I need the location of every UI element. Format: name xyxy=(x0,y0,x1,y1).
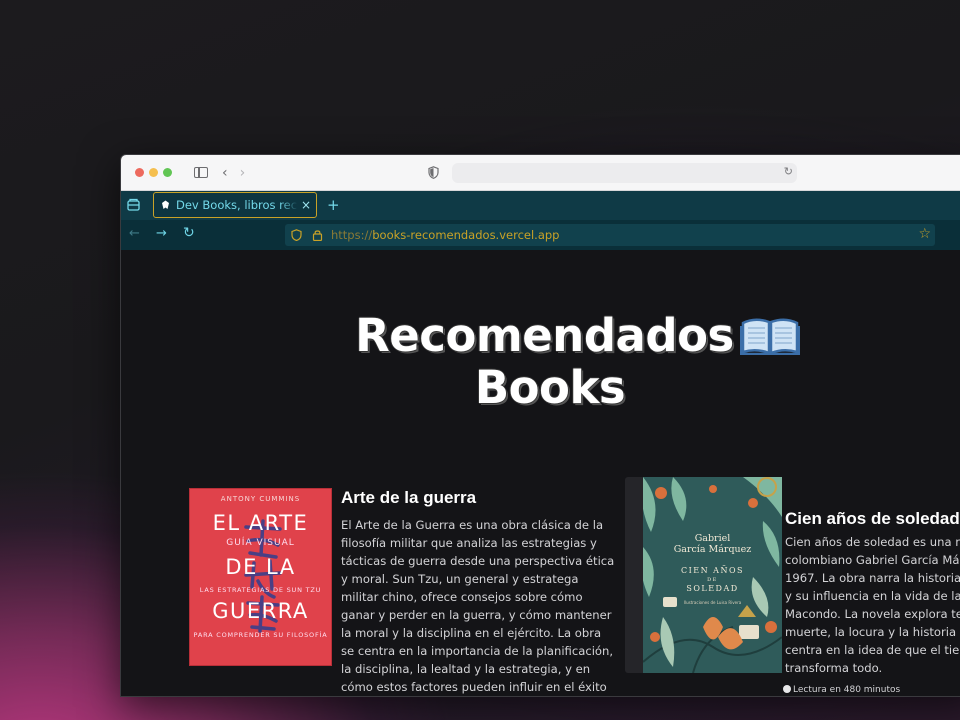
clock-icon xyxy=(783,685,791,693)
cover-subtitle-line1: GUÍA VISUAL xyxy=(226,538,295,548)
description-line: Macondo. La novela explora tema xyxy=(785,607,960,621)
description-line: y su influencia en la vida de la pob xyxy=(785,589,960,603)
privacy-shield-icon[interactable] xyxy=(428,166,439,179)
reload-button[interactable]: ↻ xyxy=(183,225,195,241)
reading-time-text: Lectura en 480 minutos xyxy=(793,685,901,695)
description-line: centra en la idea de que el tiempo xyxy=(785,643,960,657)
browser-window: ‹ › ↻ Dev Books, libros recomendados × +… xyxy=(120,154,960,697)
close-window-button[interactable] xyxy=(135,168,144,177)
page-title-line1: Recomendados xyxy=(121,310,960,362)
url-text[interactable]: https://books-recomendados.vercel.app xyxy=(331,228,559,242)
forward-button[interactable]: → xyxy=(156,226,167,241)
container-tabs-icon[interactable] xyxy=(127,198,140,211)
open-book-icon xyxy=(739,318,800,355)
book-description: El Arte de la Guerra es una obra clásica… xyxy=(341,518,615,694)
cover-author: ANTONY CUMMINS xyxy=(220,495,301,503)
window-controls xyxy=(130,168,172,177)
description-line: Cien años de soledad es una novela xyxy=(785,535,960,549)
url-protocol: https:// xyxy=(331,228,373,242)
cover-subtitle: Ilustraciones de Luisa Rivera xyxy=(683,600,742,605)
reload-icon[interactable]: ↻ xyxy=(784,165,793,178)
site-favicon-icon xyxy=(162,200,169,209)
description-line: muerte, la locura y la historia de la xyxy=(785,625,960,639)
os-toolbar: ‹ › ↻ xyxy=(121,155,960,191)
new-tab-button[interactable]: + xyxy=(327,196,340,214)
page-content: Recomendados Books ANTONY CUMMINS EL ART… xyxy=(121,252,960,696)
cover-title-line1: EL ARTE xyxy=(212,511,309,535)
page-title-line2: Books xyxy=(474,361,626,414)
cover-title: CIEN AÑOS DE SOLEDAD xyxy=(643,565,782,595)
tab-bar: Dev Books, libros recomendados × + xyxy=(121,191,960,220)
tracking-protection-icon[interactable] xyxy=(291,229,302,241)
url-host: books-recomendados.vercel.app xyxy=(372,228,560,242)
back-button[interactable]: ← xyxy=(129,226,140,241)
tab-title: Dev Books, libros recomendados xyxy=(176,198,298,212)
cover-author: Gabriel García Márquez xyxy=(643,533,782,555)
cover-title-line2: DE LA xyxy=(225,555,296,579)
cover-title-line1: CIEN AÑOS xyxy=(681,566,744,575)
description-line: 1967. La obra narra la historia de l xyxy=(785,571,960,585)
tab-dev-books[interactable]: Dev Books, libros recomendados × xyxy=(153,192,317,218)
book-title[interactable]: Cien años de soledad xyxy=(785,509,960,529)
cover-subtitle-line3: PARA COMPRENDER SU FILOSOFÍA xyxy=(193,631,328,639)
book-description: Cien años de soledad es una novela colom… xyxy=(785,533,960,677)
cover-author-line1: Gabriel xyxy=(694,533,731,544)
cover-title-line3: GUERRA xyxy=(212,599,309,623)
book-cover-arte-de-la-guerra[interactable]: ANTONY CUMMINS EL ARTE GUÍA VISUAL DE LA… xyxy=(189,488,332,666)
page-title: Recomendados Books xyxy=(121,310,960,414)
zoom-window-button[interactable] xyxy=(163,168,172,177)
navigation-bar: ← → ↻ https://books-recomendados.vercel.… xyxy=(121,220,960,250)
lock-icon[interactable] xyxy=(312,229,323,241)
bookmark-star-icon[interactable]: ☆ xyxy=(918,226,931,242)
sidebar-toggle-icon[interactable] xyxy=(194,167,208,178)
minimize-window-button[interactable] xyxy=(149,168,158,177)
top-back-icon[interactable]: ‹ xyxy=(222,165,228,181)
page-title-text1: Recomendados xyxy=(355,309,734,362)
book-cover-frame[interactable]: Gabriel García Márquez CIEN AÑOS DE SOLE… xyxy=(625,477,782,673)
cover-subtitle-line2: LAS ESTRATEGIAS DE SUN TZU xyxy=(199,586,322,594)
reading-time: Lectura en 480 minutos xyxy=(783,685,900,695)
book-cover-cien-anos-de-soledad[interactable]: Gabriel García Márquez CIEN AÑOS DE SOLE… xyxy=(643,477,782,673)
os-address-bar[interactable]: ↻ xyxy=(452,163,797,183)
description-line: transforma todo. xyxy=(785,661,883,675)
top-forward-icon[interactable]: › xyxy=(240,165,246,181)
cover-title-line3: SOLEDAD xyxy=(686,584,739,593)
description-line: colombiano Gabriel García Márquez xyxy=(785,553,960,567)
address-bar[interactable]: https://books-recomendados.vercel.app ☆ xyxy=(285,224,935,246)
book-title[interactable]: Arte de la guerra xyxy=(341,488,476,508)
close-tab-icon[interactable]: × xyxy=(301,198,311,212)
cover-author-line2: García Márquez xyxy=(673,544,752,555)
